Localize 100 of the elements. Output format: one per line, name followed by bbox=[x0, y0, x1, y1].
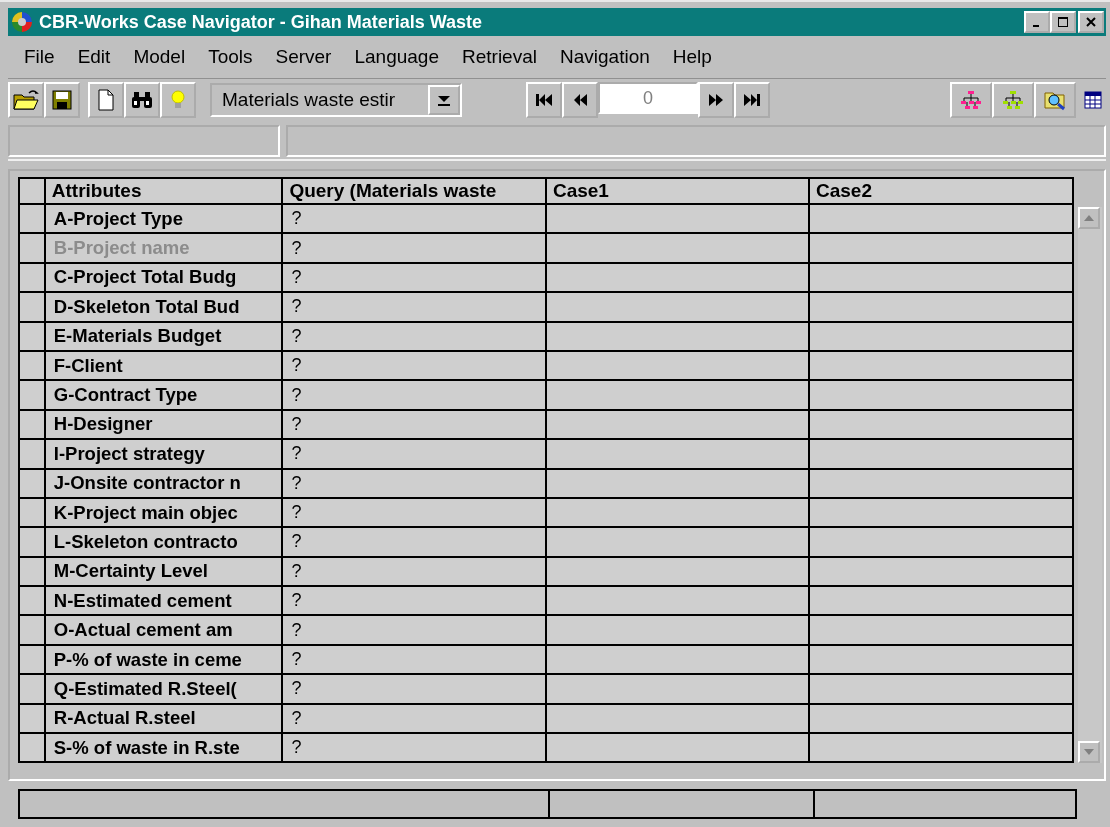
tree-diagram-icon bbox=[959, 89, 983, 111]
row-header-cell[interactable] bbox=[19, 703, 45, 734]
folder-magnifier-icon bbox=[1043, 89, 1067, 111]
fast-forward-icon bbox=[707, 92, 725, 108]
attribute-cell: M-Certainty Level bbox=[44, 556, 283, 587]
first-record-button[interactable] bbox=[526, 82, 562, 118]
attribute-cell: A-Project Type bbox=[44, 204, 283, 234]
row-header-cell[interactable] bbox=[19, 409, 45, 440]
row-header-cell[interactable] bbox=[19, 233, 45, 263]
up-triangle-icon bbox=[1083, 214, 1096, 222]
menu-item[interactable]: Language bbox=[354, 46, 439, 68]
menu-item[interactable]: Retrieval bbox=[462, 46, 537, 68]
table-icon[interactable] bbox=[1084, 91, 1102, 109]
minimize-button[interactable] bbox=[1024, 11, 1050, 33]
row-header-cell[interactable] bbox=[19, 350, 45, 381]
down-triangle-icon bbox=[1083, 748, 1096, 756]
query-cell[interactable]: ? bbox=[282, 733, 546, 763]
query-cell[interactable]: ? bbox=[282, 204, 546, 234]
attribute-cell: S-% of waste in R.ste bbox=[44, 733, 283, 763]
query-cell[interactable]: ? bbox=[282, 292, 546, 322]
query-cell[interactable]: ? bbox=[282, 350, 546, 381]
dropdown-button[interactable] bbox=[428, 85, 460, 115]
row-header-cell[interactable] bbox=[19, 733, 45, 763]
row-header-cell[interactable] bbox=[19, 292, 45, 322]
scroll-down-button[interactable] bbox=[1078, 741, 1101, 763]
column-header[interactable]: Case2 bbox=[809, 178, 1074, 204]
query-cell[interactable]: ? bbox=[282, 409, 546, 440]
attribute-cell: F-Client bbox=[44, 350, 283, 381]
column-header[interactable]: Query (Materials waste bbox=[282, 178, 546, 204]
query-cell[interactable]: ? bbox=[282, 703, 546, 734]
folder-search-button[interactable] bbox=[1034, 82, 1076, 118]
tree-diagram-button[interactable] bbox=[950, 82, 992, 118]
vertical-scrollbar[interactable] bbox=[1078, 207, 1102, 763]
row-header-cell[interactable] bbox=[19, 644, 45, 675]
menu-item[interactable]: Edit bbox=[77, 46, 111, 68]
scroll-up-button[interactable] bbox=[1078, 207, 1101, 229]
attribute-cell: H-Designer bbox=[44, 409, 283, 440]
query-cell[interactable]: ? bbox=[282, 468, 546, 498]
maximize-button[interactable] bbox=[1050, 11, 1076, 33]
attribute-cell: N-Estimated cement bbox=[44, 586, 283, 616]
query-cell[interactable]: ? bbox=[282, 439, 546, 469]
row-header-cell[interactable] bbox=[19, 321, 45, 351]
row-header-cell[interactable] bbox=[19, 674, 45, 704]
query-cell[interactable]: ? bbox=[282, 586, 546, 616]
open-folder-button[interactable] bbox=[8, 82, 44, 118]
row-header-cell[interactable] bbox=[19, 556, 45, 587]
skip-forward-icon bbox=[742, 92, 762, 108]
row-header-cell[interactable] bbox=[19, 497, 45, 528]
menu-item[interactable]: Model bbox=[133, 46, 186, 68]
menu-item[interactable]: File bbox=[24, 46, 55, 68]
menu-item[interactable]: Server bbox=[275, 46, 332, 68]
attribute-cell: C-Project Total Budg bbox=[44, 262, 283, 293]
attribute-cell: O-Actual cement am bbox=[44, 615, 283, 645]
row-header-cell[interactable] bbox=[19, 439, 45, 469]
column-header[interactable]: Case1 bbox=[545, 178, 809, 204]
row-header-cell[interactable] bbox=[19, 204, 45, 234]
attribute-cell: I-Project strategy bbox=[44, 439, 283, 469]
menu-item[interactable]: Navigation bbox=[560, 46, 650, 68]
menu-item[interactable]: Help bbox=[672, 46, 712, 68]
last-record-button[interactable] bbox=[734, 82, 770, 118]
query-cell[interactable]: ? bbox=[282, 321, 546, 351]
maximize-icon bbox=[1058, 17, 1068, 27]
row-header-cell bbox=[19, 178, 45, 204]
menu-item[interactable]: Tools bbox=[208, 46, 253, 68]
attribute-cell: D-Skeleton Total Bud bbox=[44, 292, 283, 322]
attribute-cell: K-Project main objec bbox=[44, 497, 283, 528]
row-header-cell[interactable] bbox=[19, 615, 45, 645]
query-cell[interactable]: ? bbox=[282, 556, 546, 587]
row-header-cell[interactable] bbox=[19, 380, 45, 410]
row-header-cell[interactable] bbox=[19, 468, 45, 498]
query-cell[interactable]: ? bbox=[282, 380, 546, 410]
next-record-button[interactable] bbox=[698, 82, 734, 118]
attribute-cell: J-Onsite contractor n bbox=[44, 468, 283, 498]
row-header-cell[interactable] bbox=[19, 527, 45, 557]
attribute-cell: R-Actual R.steel bbox=[44, 703, 283, 734]
attribute-cell: E-Materials Budget bbox=[44, 321, 283, 351]
binoculars-button[interactable] bbox=[124, 82, 160, 118]
open-folder-icon bbox=[13, 89, 39, 111]
document-icon bbox=[97, 89, 115, 111]
close-button[interactable] bbox=[1078, 11, 1104, 33]
save-button[interactable] bbox=[44, 82, 80, 118]
query-cell[interactable]: ? bbox=[282, 644, 546, 675]
query-cell[interactable]: ? bbox=[282, 262, 546, 293]
case-index-field[interactable]: 0 bbox=[598, 82, 698, 114]
tree-diagram-icon bbox=[1001, 89, 1025, 111]
attribute-cell: Q-Estimated R.Steel( bbox=[44, 674, 283, 704]
lightbulb-icon bbox=[169, 89, 187, 111]
row-header-cell[interactable] bbox=[19, 586, 45, 616]
previous-record-button[interactable] bbox=[562, 82, 598, 118]
query-cell[interactable]: ? bbox=[282, 497, 546, 528]
binoculars-icon bbox=[130, 89, 154, 111]
tree-diagram-button[interactable] bbox=[992, 82, 1034, 118]
column-header[interactable]: Attributes bbox=[44, 178, 283, 204]
attribute-cell: L-Skeleton contracto bbox=[44, 527, 283, 557]
casebase-dropdown[interactable]: Materials waste estir bbox=[210, 83, 462, 117]
query-cell[interactable]: ? bbox=[282, 527, 546, 557]
query-cell[interactable]: ? bbox=[282, 674, 546, 704]
query-cell[interactable]: ? bbox=[282, 615, 546, 645]
row-header-cell[interactable] bbox=[19, 262, 45, 293]
new-document-button[interactable] bbox=[88, 82, 124, 118]
